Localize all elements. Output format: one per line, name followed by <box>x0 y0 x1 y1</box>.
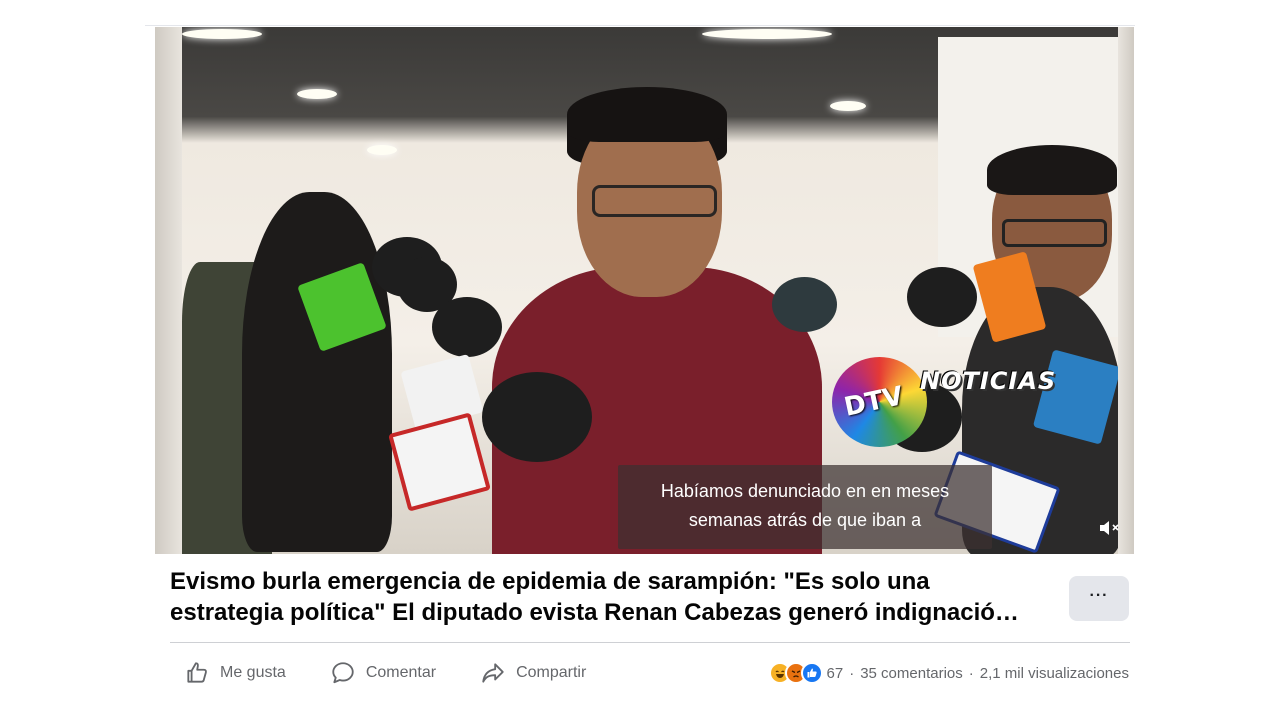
post-stats: 67 · 35 comentarios · 2,1 mil visualizac… <box>768 662 1129 684</box>
more-options-button[interactable]: ··· <box>1069 576 1129 621</box>
comment-bubble-icon <box>332 662 354 684</box>
comments-count[interactable]: 35 comentarios <box>860 665 963 682</box>
speaker-muted-icon[interactable] <box>1098 518 1120 538</box>
top-divider <box>145 25 1135 26</box>
channel-watermark-text: NOTICIAS <box>920 367 1057 395</box>
ceiling-light <box>830 101 866 111</box>
ceiling-light <box>367 145 397 155</box>
post-title-line: Evismo burla emergencia de epidemia de s… <box>170 568 930 595</box>
ceiling-light <box>702 29 832 39</box>
reactions-count[interactable]: 67 <box>827 665 844 682</box>
ceiling-light <box>182 29 262 39</box>
post-title-line: estrategia política" El diputado evista … <box>170 599 1019 626</box>
video-player[interactable]: DTV NOTICIAS Habíamos denunciado en en m… <box>155 27 1134 554</box>
bystander-right-hair <box>987 145 1117 195</box>
action-bar: Me gusta Comentar Compartir <box>170 655 616 691</box>
microphone <box>907 267 977 327</box>
bystander-glasses <box>1002 219 1107 247</box>
like-reaction-icon <box>800 662 823 684</box>
speaker-glasses <box>592 185 717 217</box>
post-title[interactable]: Evismo burla emergencia de epidemia de s… <box>170 566 1050 628</box>
video-subtitle: Habíamos denunciado en en meses semanas … <box>618 465 992 549</box>
share-button[interactable]: Compartir <box>466 660 586 686</box>
subtitle-line: semanas atrás de que iban a <box>688 510 922 530</box>
video-pillar-left <box>155 27 182 554</box>
microphone <box>772 277 837 332</box>
microphone <box>482 372 592 462</box>
thumbs-up-icon <box>187 662 207 683</box>
mic-flag-ctv <box>388 412 491 512</box>
actions-divider <box>170 642 1130 643</box>
stats-separator: · <box>849 664 855 682</box>
views-count: 2,1 mil visualizaciones <box>979 664 1129 682</box>
like-button[interactable]: Me gusta <box>170 660 286 686</box>
microphone <box>432 297 502 357</box>
speaker-hair-top <box>567 87 727 142</box>
share-label: Compartir <box>516 664 587 681</box>
subtitle-line: Habíamos denunciado en en meses <box>660 481 950 501</box>
video-pillar-right <box>1118 27 1134 554</box>
comment-button[interactable]: Comentar <box>316 660 436 686</box>
reaction-icons[interactable] <box>768 662 823 684</box>
ceiling-light <box>297 89 337 99</box>
stats-separator: · <box>968 664 974 682</box>
share-arrow-icon <box>482 663 504 683</box>
like-label: Me gusta <box>220 664 286 681</box>
reporter-left <box>242 192 392 552</box>
comment-label: Comentar <box>365 664 437 681</box>
